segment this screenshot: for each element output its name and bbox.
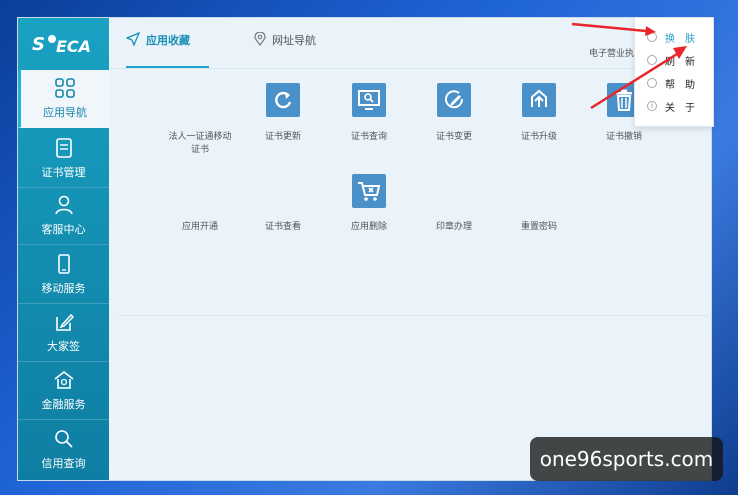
sidebar-item-label: 金融服务 [41,398,86,411]
refresh-icon [275,91,292,109]
mobile-icon [57,254,70,274]
sidebar: S ECA 应用导航 证书管理 客服中心 移动服务 大家签 金融服务 信用查询 [18,18,109,480]
app-label-cert-query[interactable]: 证书查询 [334,131,404,144]
annotation-arrow-to-skin [590,46,687,110]
sidebar-item-sign[interactable]: 大家签 [18,304,109,362]
document-icon [55,138,72,158]
tab-app-favorites[interactable]: 应用收藏 [126,32,209,68]
sidebar-item-mobile[interactable]: 移动服务 [18,246,109,304]
cart-remove-icon [358,182,381,201]
send-icon [126,32,140,46]
app-icon-cert-query[interactable] [352,83,386,117]
sidebar-item-service-center[interactable]: 客服中心 [18,187,109,245]
app-legal-person-cert[interactable]: 法人一证通移动证书 [165,131,235,157]
sidebar-item-label: 大家签 [47,340,80,353]
app-icon-cert-upgrade[interactable] [522,83,556,117]
location-pin-icon [254,32,266,46]
user-icon [54,195,73,215]
app-icon-app-delete[interactable] [352,174,386,208]
watermark: one96sports.com [530,437,723,481]
logo: S ECA [18,18,109,70]
edit-icon [55,313,74,331]
app-icon-cert-change[interactable] [437,83,471,117]
upgrade-icon [531,89,547,107]
app-label-reset-password[interactable]: 重置密码 [504,221,574,234]
app-label-enable[interactable]: 应用开通 [165,221,235,234]
app-label-cert-revoke[interactable]: 证书撤销 [589,131,659,144]
tab-label: 应用收藏 [146,34,190,47]
apps-grid-icon [55,78,75,98]
sidebar-item-credit-query[interactable]: 信用查询 [18,421,109,478]
tab-label: 网址导航 [272,34,316,47]
tab-url-nav[interactable]: 网址导航 [254,32,316,66]
app-label-cert-upgrade[interactable]: 证书升级 [504,131,574,144]
app-label-cert-update[interactable]: 证书更新 [248,131,318,144]
annotation-arrow-to-menu [571,22,656,36]
content-divider [118,315,708,316]
app-label-cert-change[interactable]: 证书变更 [419,131,489,144]
svg-text:ECA: ECA [56,37,91,56]
edit-circle-icon [445,90,464,109]
search-icon [54,430,73,448]
app-label-cert-view[interactable]: 证书查看 [248,221,318,234]
sidebar-item-finance[interactable]: 金融服务 [18,362,109,420]
sidebar-item-label: 客服中心 [41,223,86,236]
sidebar-item-label: 证书管理 [41,166,86,179]
home-bank-icon [54,370,73,389]
sidebar-item-label: 信用查询 [41,457,86,470]
monitor-search-icon [358,90,380,110]
sidebar-item-label: 应用导航 [43,106,87,119]
svg-text:S: S [32,34,45,55]
sidebar-item-cert-mgmt[interactable]: 证书管理 [18,130,109,188]
app-label-seal[interactable]: 印章办理 [419,221,489,234]
sidebar-item-label: 移动服务 [41,282,86,295]
app-label-app-delete[interactable]: 应用删除 [334,221,404,234]
app-icon-cert-update[interactable] [266,83,300,117]
sidebar-item-app-nav[interactable]: 应用导航 [18,70,109,128]
